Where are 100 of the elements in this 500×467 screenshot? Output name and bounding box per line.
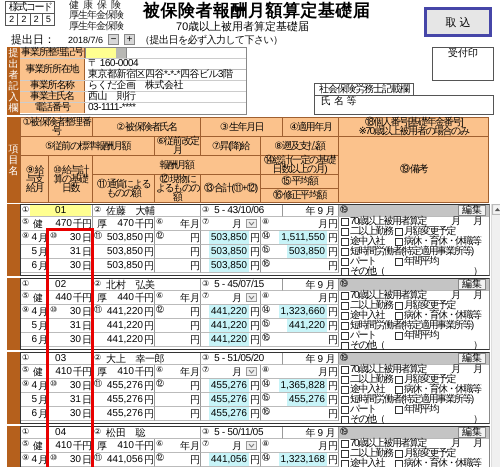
edit-button[interactable]: 編集 [458,353,486,364]
checkbox[interactable] [341,376,349,384]
item-number: ⑦ [202,365,210,374]
checkbox[interactable] [341,292,349,300]
checkbox[interactable] [341,416,349,424]
checkbox[interactable] [341,218,349,226]
checkbox[interactable] [341,342,349,350]
item-number: ③ [202,205,210,214]
unit-label: 月 [232,366,241,378]
unit-label: 円 [144,454,153,466]
dropdown-icon[interactable] [246,293,257,302]
days-value: 30 [70,232,81,243]
unit-label: 日 [82,306,91,318]
checkbox[interactable] [395,228,403,236]
item-number: ① [22,279,30,288]
form-code-label: 様式コード [6,2,54,14]
unit-label: 月 [318,292,327,304]
checkbox[interactable] [341,312,349,320]
checkbox[interactable] [341,332,349,340]
unit-label: 月 [190,292,199,304]
unit-label: 円 [190,260,199,272]
checkbox[interactable] [395,386,403,394]
unit-label: 円 [190,334,199,346]
form-code-digit: 2 [30,14,43,25]
scroll-up-arrow-icon[interactable] [492,204,500,215]
checkbox[interactable] [341,406,349,414]
unit-label: 年 [180,218,189,230]
checkbox[interactable] [395,238,403,246]
employee-number-field[interactable]: 04 [30,427,91,438]
checkbox[interactable] [341,440,349,448]
checkbox[interactable] [341,302,349,310]
checkbox[interactable] [341,248,349,256]
checkbox[interactable] [395,376,403,384]
checkbox-label: 70歳以上被用者算定 [350,291,426,300]
edit-button[interactable]: 編集 [458,427,486,438]
dropdown-icon[interactable] [246,367,257,376]
form-subtitle: 70歳以上被用者算定基礎届 [176,21,310,33]
dropdown-icon[interactable] [246,441,257,450]
field-label: 事業所名称 [20,81,85,91]
input-handle[interactable] [116,48,126,58]
employee-number-field[interactable]: 01 [30,205,91,216]
field-value: 東京都新宿区四谷*-*-*四谷ビル3階 [88,70,234,80]
unit-label: 円 [250,260,259,272]
checkbox[interactable] [341,450,349,458]
unit-label: 月 [232,218,241,230]
name-label: 氏 名 等 [321,96,357,107]
days-value: 31 [70,246,81,257]
checkbox[interactable] [395,450,403,458]
unit-label: 月 [318,366,327,378]
checkbox-label: 二以上勤務 [350,301,392,310]
record-side-bar [7,352,20,424]
employee-number-field[interactable]: 02 [30,279,91,290]
submission-date-field[interactable]: 2018/7/6 [68,34,104,44]
input-field[interactable] [85,48,116,58]
unit-label: 円 [144,334,153,346]
checkbox[interactable] [395,460,403,467]
field-value: 西山 則行 [88,92,137,102]
checkbox[interactable] [341,460,349,467]
edit-button[interactable]: 編集 [458,205,486,216]
insurance-label: 厚生年金保険 [69,11,124,21]
month-value: 4 [31,380,37,391]
checkbox[interactable] [395,312,403,320]
employee-name: 北村 弘美 [106,279,155,290]
checkbox[interactable] [341,258,349,266]
checkbox-label: パート [350,257,376,266]
checkbox[interactable] [341,268,349,276]
unit-label: 月 [473,291,483,300]
computed-value: 503,850 [208,231,249,244]
amount-value: 503,850 [106,260,143,271]
computed-value: 1,511,550 [279,231,327,244]
import-button[interactable]: 取 込 [424,7,492,37]
amount-value: 441,220 [106,334,143,345]
unit-label: 円 [250,232,259,244]
checkbox[interactable] [341,238,349,246]
checkbox-label: 途中入社 [350,237,384,246]
increment-button[interactable]: + [124,34,136,45]
checkbox[interactable] [341,386,349,394]
checkbox[interactable] [395,332,403,340]
column-header: ①被保険者整理番号 [21,118,93,137]
checkbox[interactable] [341,322,349,330]
month-value: 4 [31,306,37,317]
item-number: ⑨ [22,379,30,388]
edit-button[interactable]: 編集 [458,279,486,290]
birth-date: 5 - 51/05/20 [214,353,264,364]
checkbox-label: 二以上勤務 [350,449,392,458]
checkbox[interactable] [395,258,403,266]
decrement-button[interactable]: − [108,34,120,45]
unit-label: 年 [180,366,189,378]
checkbox[interactable] [395,302,403,310]
checkbox[interactable] [341,228,349,236]
checkbox[interactable] [395,406,403,414]
checkbox[interactable] [341,396,349,404]
unit-label: 日 [82,394,91,406]
amount-value: 410 [55,440,72,451]
days-value: 30 [70,260,81,271]
checkbox[interactable] [341,366,349,374]
employee-number-field[interactable]: 03 [30,353,91,364]
unit-label: 円 [328,246,337,258]
dropdown-icon[interactable] [246,219,257,228]
days-value: 30 [70,454,81,465]
